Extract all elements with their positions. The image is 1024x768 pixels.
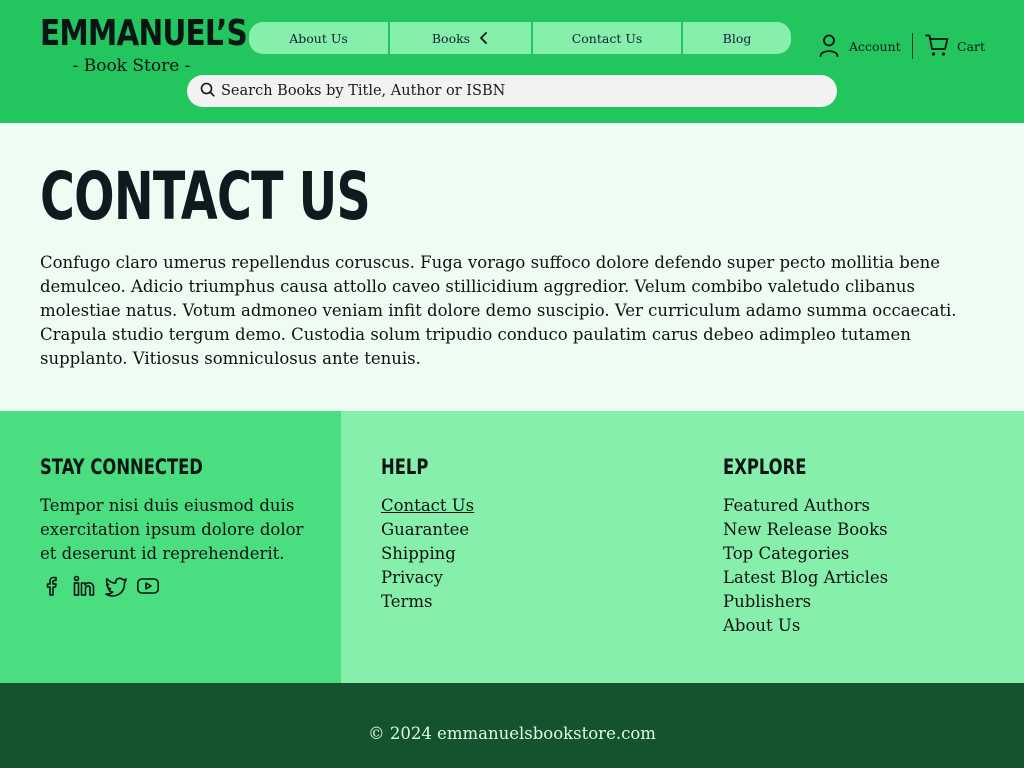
user-icon (818, 33, 840, 60)
footer-explore: EXPLORE Featured Authors New Release Boo… (723, 454, 888, 638)
footer-help: HELP Contact Us Guarantee Shipping Priva… (381, 454, 474, 614)
cart-link[interactable]: Cart (925, 33, 985, 59)
divider (912, 33, 913, 59)
nav-label: Books (431, 30, 471, 46)
footer-stay-connected: STAY CONNECTED Tempor nisi duis eiusmod … (0, 411, 341, 683)
explore-link-about-us[interactable]: About Us (723, 614, 888, 638)
explore-link-new-release-books[interactable]: New Release Books (723, 518, 888, 542)
explore-link-latest-blog-articles[interactable]: Latest Blog Articles (723, 566, 888, 590)
facebook-icon[interactable] (40, 574, 64, 598)
contact-body-text: Confugo claro umerus repellendus coruscu… (40, 253, 957, 368)
account-label: Account (849, 38, 901, 54)
search-input[interactable] (221, 83, 811, 99)
nav-about-us[interactable]: About Us (249, 22, 388, 54)
site-footer: STAY CONNECTED Tempor nisi duis eiusmod … (0, 411, 1024, 683)
chevron-left-icon (479, 32, 489, 44)
explore-heading: EXPLORE (723, 455, 807, 479)
youtube-icon[interactable] (136, 574, 160, 598)
help-heading: HELP (381, 455, 429, 479)
nav-blog[interactable]: Blog (683, 22, 791, 54)
stay-connected-text: Tempor nisi duis eiusmod duis exercitati… (40, 496, 304, 563)
explore-link-featured-authors[interactable]: Featured Authors (723, 494, 888, 518)
help-link-privacy[interactable]: Privacy (381, 566, 474, 590)
main-nav: About Us Books Contact Us Blog (249, 22, 791, 54)
twitter-icon[interactable] (104, 574, 128, 598)
help-link-guarantee[interactable]: Guarantee (381, 518, 474, 542)
footer-bottom-bar: © 2024 emmanuelsbookstore.com (0, 683, 1024, 768)
cart-label: Cart (957, 38, 986, 54)
footer-links-area: HELP Contact Us Guarantee Shipping Priva… (341, 411, 1024, 683)
search-icon (200, 82, 215, 101)
logo-title: EMMANUEL’S (40, 13, 248, 54)
site-header: EMMANUEL’S - Book Store - About Us Books… (0, 0, 1024, 123)
logo-subtitle: - Book Store - (72, 56, 191, 76)
help-link-terms[interactable]: Terms (381, 590, 474, 614)
page-title: CONTACT US (40, 158, 371, 235)
logo[interactable]: EMMANUEL’S - Book Store - (40, 13, 248, 77)
nav-label: About Us (289, 30, 348, 46)
nav-contact-us[interactable]: Contact Us (533, 22, 681, 54)
nav-label: Contact Us (571, 30, 643, 46)
help-link-shipping[interactable]: Shipping (381, 542, 474, 566)
search-bar[interactable] (187, 75, 837, 107)
explore-link-publishers[interactable]: Publishers (723, 590, 888, 614)
help-link-contact-us[interactable]: Contact Us (381, 494, 474, 518)
account-link[interactable]: Account (818, 33, 901, 59)
stay-connected-heading: STAY CONNECTED (40, 455, 203, 479)
cart-icon (925, 33, 949, 60)
social-links (40, 574, 310, 598)
main-content: CONTACT US Confugo claro umerus repellen… (0, 123, 1024, 411)
linkedin-icon[interactable] (72, 574, 96, 598)
nav-books[interactable]: Books (390, 22, 531, 54)
copyright-text: © 2024 emmanuelsbookstore.com (368, 724, 656, 743)
explore-link-top-categories[interactable]: Top Categories (723, 542, 888, 566)
nav-label: Blog (722, 30, 752, 46)
